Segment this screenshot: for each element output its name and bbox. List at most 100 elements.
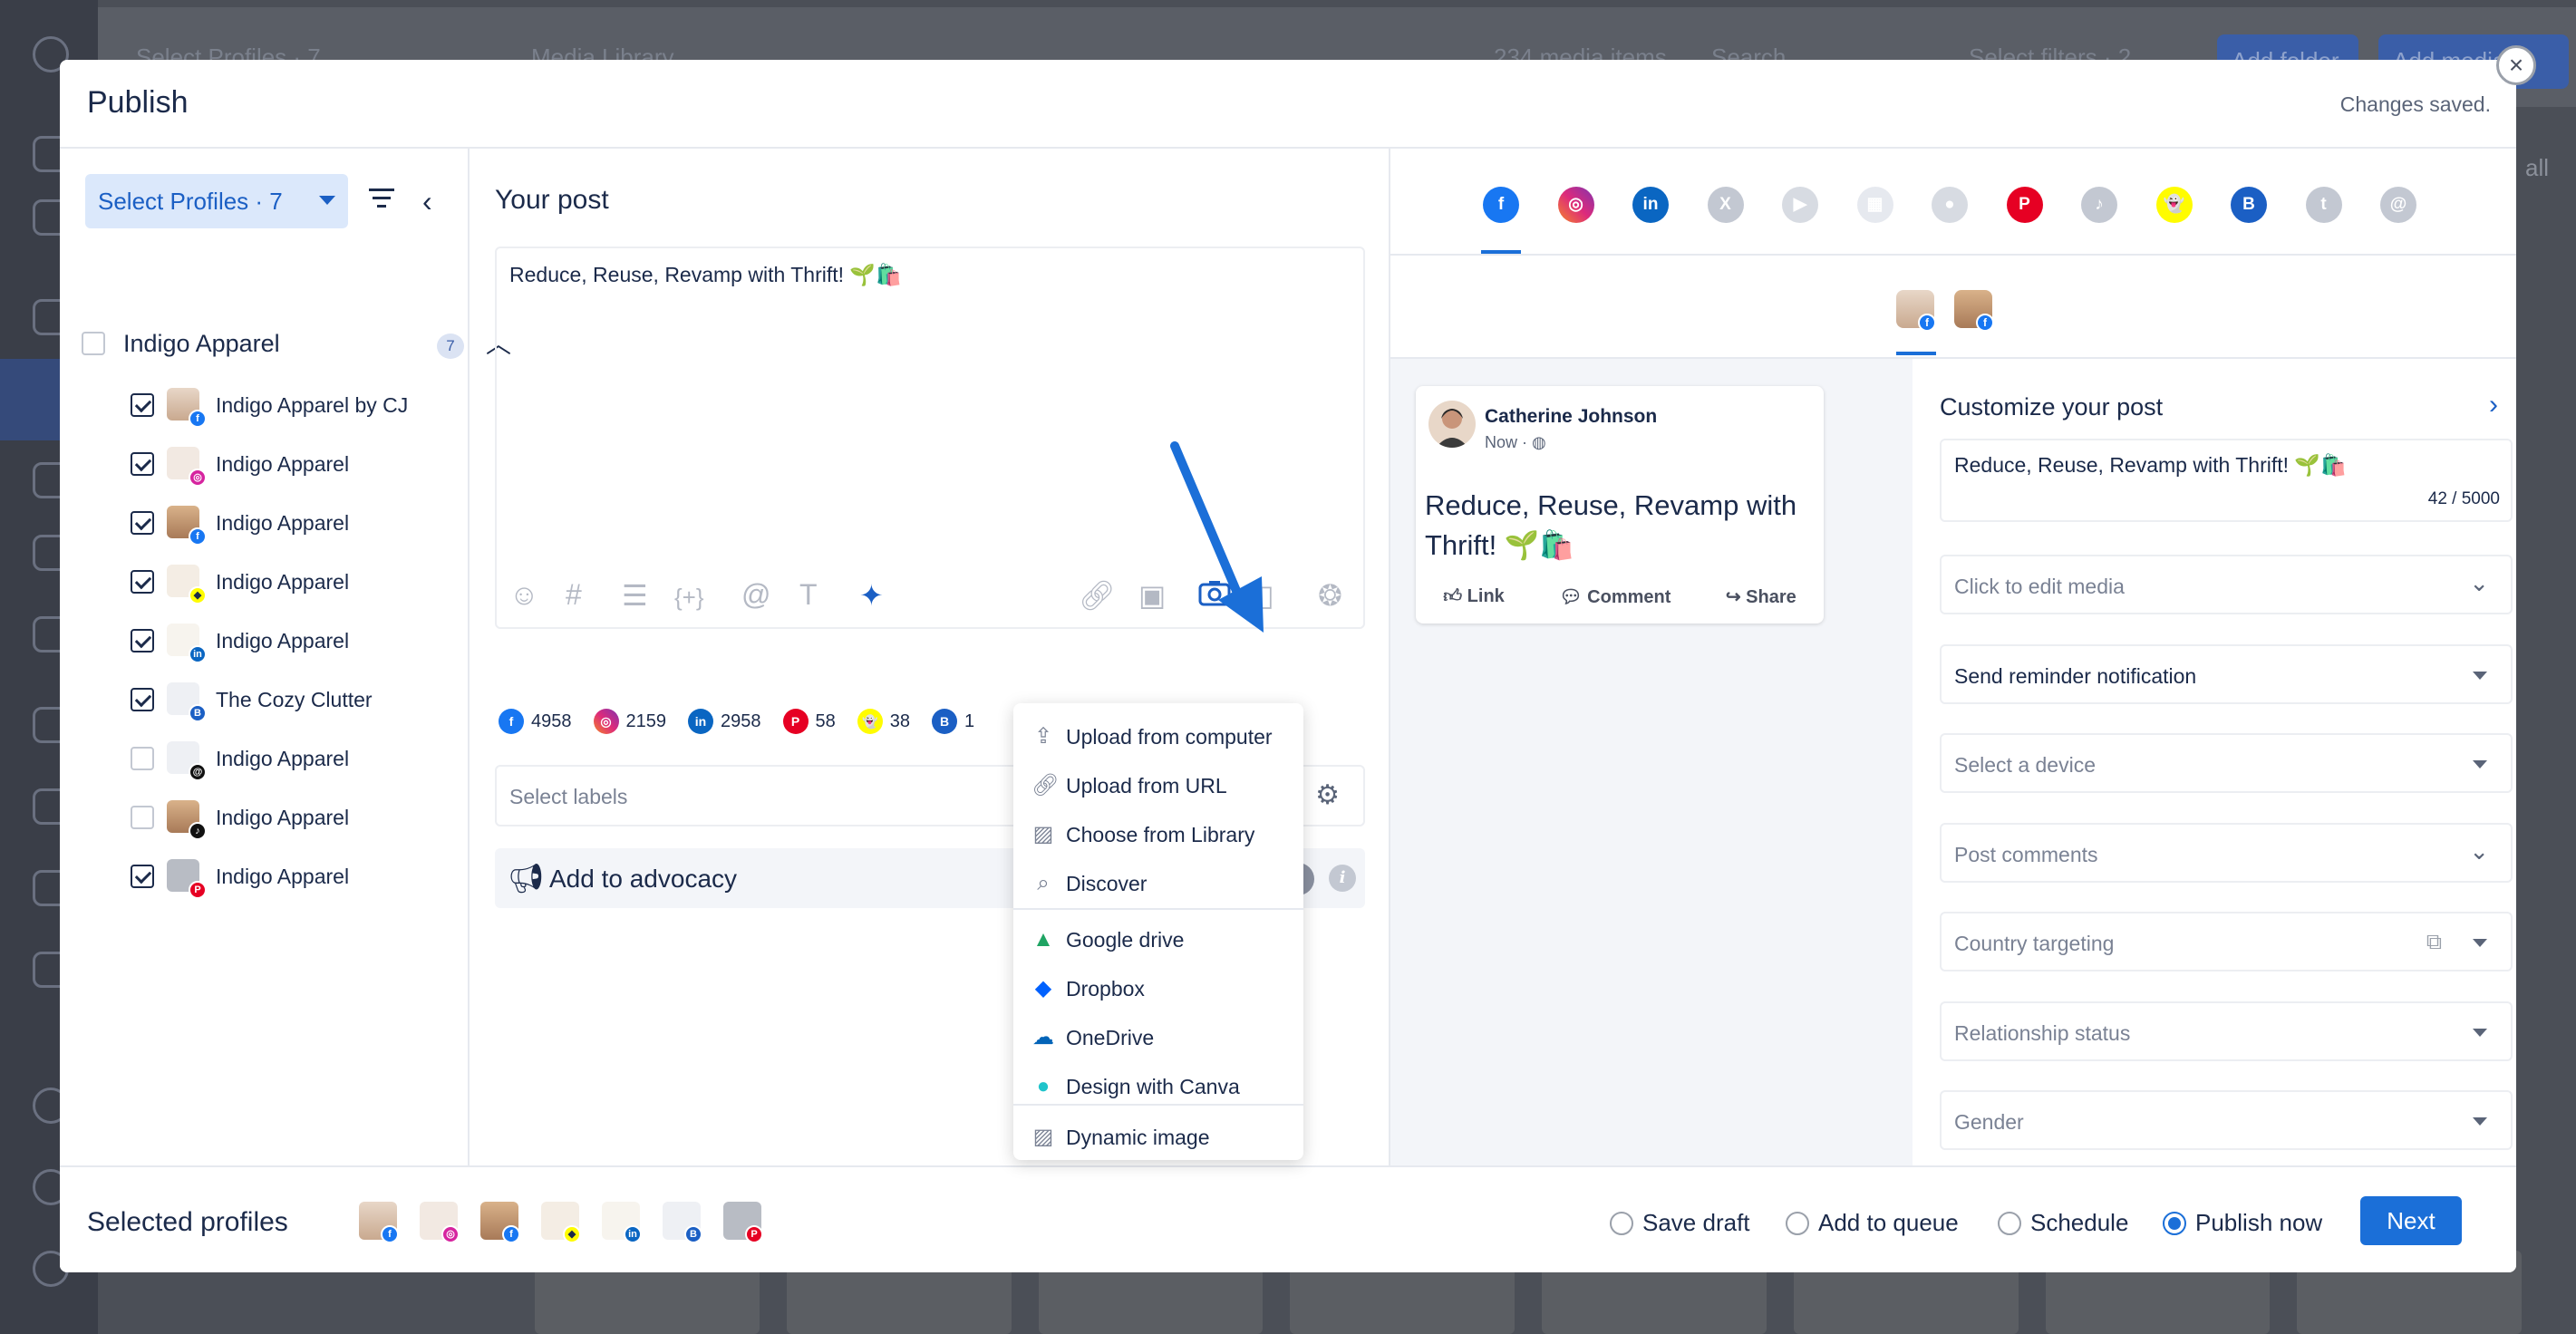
info-icon[interactable]: i [1329, 865, 1356, 892]
profiles-panel: Select Profiles · 7 ‹ Indigo Apparel 7 ︿… [60, 149, 511, 1165]
publish-option-add-to-queue[interactable]: Add to queue [1786, 1209, 1959, 1237]
profile-checkbox[interactable] [131, 806, 154, 829]
gear-icon[interactable]: ⚙ [1315, 779, 1340, 811]
media-menu-item[interactable]: ☁ OneDrive [1013, 1013, 1303, 1062]
media-menu-item[interactable]: ▨ Dynamic image [1013, 1113, 1303, 1162]
profile-checkbox[interactable] [131, 452, 154, 476]
copy-icon[interactable]: ⧉ [2426, 930, 2442, 955]
customize-text-field[interactable]: Reduce, Reuse, Revamp with Thrift! 🌱🛍️ 4… [1940, 439, 2513, 522]
media-menu-item[interactable]: ▨ Choose from Library [1013, 810, 1303, 859]
customize-field[interactable]: Gender [1940, 1090, 2513, 1150]
text-format-icon[interactable]: T [799, 578, 818, 612]
save-status: Changes saved. [2339, 92, 2491, 116]
profile-row[interactable]: in Indigo Apparel [125, 618, 451, 663]
link-icon[interactable]: 🔗︎ [1079, 578, 1116, 613]
profile-checkbox[interactable] [131, 393, 154, 417]
template-icon[interactable]: ☰ [622, 578, 648, 613]
tab-facebook[interactable]: f [1483, 187, 1519, 223]
tab-google-my-business[interactable]: ▦ [1856, 187, 1893, 223]
select-profiles-dropdown[interactable]: Select Profiles · 7 [85, 174, 348, 228]
tab-tumblr[interactable]: t [2305, 187, 2342, 223]
customize-field[interactable]: Click to edit media ⌄ [1940, 555, 2513, 614]
color-icon[interactable]: ❂ [1318, 578, 1342, 613]
caret-down-icon [2473, 1117, 2487, 1126]
variable-icon[interactable]: {+} [674, 584, 704, 612]
tab-tiktok[interactable]: ♪ [2081, 187, 2117, 223]
profile-row[interactable]: ◎ Indigo Apparel [125, 441, 451, 487]
profile-checkbox[interactable] [131, 747, 154, 770]
video-icon[interactable]: ▣ [1138, 578, 1166, 613]
close-modal-button[interactable]: × [2496, 45, 2536, 85]
mention-icon[interactable]: @ [741, 578, 770, 612]
profile-name: Indigo Apparel [216, 629, 350, 652]
media-menu-label: Discover [1066, 872, 1148, 895]
radio-button[interactable] [1786, 1211, 1809, 1235]
hashtag-icon[interactable]: # [566, 578, 582, 612]
customize-text[interactable]: Reduce, Reuse, Revamp with Thrift! 🌱🛍️ [1954, 453, 2347, 478]
profile-row[interactable]: @ Indigo Apparel [125, 736, 451, 781]
profile-group: Indigo Apparel 7 ︿ [82, 328, 511, 361]
advocacy-label: Add to advocacy [549, 865, 738, 893]
profile-row[interactable]: ♪ Indigo Apparel [125, 795, 451, 840]
radio-button[interactable] [1610, 1211, 1633, 1235]
collapse-panel-icon[interactable]: ‹ [422, 185, 432, 218]
pinterest-badge-icon: P [745, 1225, 763, 1243]
profile-checkbox[interactable] [131, 865, 154, 888]
profile-checkbox[interactable] [131, 629, 154, 652]
profile-row[interactable]: ◆ Indigo Apparel [125, 559, 451, 604]
profile-checkbox[interactable] [131, 570, 154, 594]
ai-wand-icon[interactable]: ✦ [859, 578, 884, 613]
media-menu-label: Choose from Library [1066, 823, 1255, 846]
tab-reddit[interactable]: ● [1932, 187, 1968, 223]
publish-modal: Publish Changes saved. Select Profiles ·… [60, 60, 2516, 1272]
profile-checkbox[interactable] [131, 688, 154, 711]
tab-youtube[interactable]: ▶ [1782, 187, 1818, 223]
tab-instagram[interactable]: ◎ [1557, 187, 1594, 223]
profile-row[interactable]: B The Cozy Clutter [125, 677, 451, 722]
tab-linkedin[interactable]: in [1632, 187, 1669, 223]
snapchat-badge-icon: ◆ [189, 586, 207, 604]
group-checkbox[interactable] [82, 332, 105, 355]
facebook-badge-icon: f [189, 410, 207, 428]
modal-header: Publish Changes saved. [60, 60, 2516, 149]
preview-account-tab[interactable]: f [1954, 290, 1994, 332]
customize-field[interactable]: Send reminder notification [1940, 643, 2513, 704]
tab-pinterest[interactable]: P [2006, 187, 2043, 223]
profile-row[interactable]: f Indigo Apparel by CJ [125, 382, 451, 428]
post-text[interactable]: Reduce, Reuse, Revamp with Thrift! 🌱🛍️ [509, 263, 902, 287]
media-menu-item[interactable]: ⌕ Discover [1013, 859, 1303, 908]
filter-icon[interactable] [368, 188, 395, 214]
field-label: Country targeting [1954, 932, 2115, 955]
active-account-indicator [1896, 352, 1936, 355]
customize-field[interactable]: Post comments ⌄ [1940, 822, 2513, 883]
publish-option-publish-now[interactable]: Publish now [2163, 1209, 2322, 1237]
media-menu-item[interactable]: 🔗︎ Upload from URL [1013, 761, 1303, 810]
tab-x[interactable]: X [1707, 187, 1744, 223]
radio-button[interactable] [2163, 1211, 2186, 1235]
media-menu-item[interactable]: ▲ Google drive [1013, 915, 1303, 964]
preview-account-tab[interactable]: f [1896, 290, 1936, 332]
media-menu-item[interactable]: ◆ Dropbox [1013, 964, 1303, 1013]
customize-panel: Customize your post › Reduce, Reuse, Rev… [1913, 359, 2516, 1165]
media-menu-item[interactable]: ⇪ Upload from computer [1013, 712, 1303, 761]
profile-checkbox[interactable] [131, 511, 154, 535]
customize-field[interactable]: Relationship status [1940, 1000, 2513, 1061]
network-tabs: f ◎ in X ▶ ▦ ● P ♪ 👻 Bt @ [1390, 149, 2516, 256]
profile-row[interactable]: P Indigo Apparel [125, 854, 451, 899]
next-button[interactable]: Next [2360, 1196, 2462, 1245]
profile-name: Indigo Apparel [216, 865, 350, 888]
customize-field[interactable]: Country targeting ⧉ [1940, 912, 2513, 972]
chevron-right-icon[interactable]: › [2489, 390, 2498, 420]
publish-option-schedule[interactable]: Schedule [1998, 1209, 2128, 1237]
tab-snapchat[interactable]: 👻 [2155, 187, 2193, 223]
select-profiles-label: Select Profiles · 7 [98, 187, 283, 215]
google-business-badge-icon: B [189, 704, 207, 722]
tab-threads[interactable]: @ [2380, 187, 2416, 223]
publish-option-save-draft[interactable]: Save draft [1610, 1209, 1750, 1237]
radio-button[interactable] [1998, 1211, 2021, 1235]
emoji-icon[interactable]: ☺ [509, 578, 539, 612]
field-label: Select a device [1954, 753, 2096, 777]
tab-google-business[interactable]: B [2231, 187, 2267, 223]
customize-field[interactable]: Select a device [1940, 733, 2513, 793]
profile-row[interactable]: f Indigo Apparel [125, 500, 451, 546]
